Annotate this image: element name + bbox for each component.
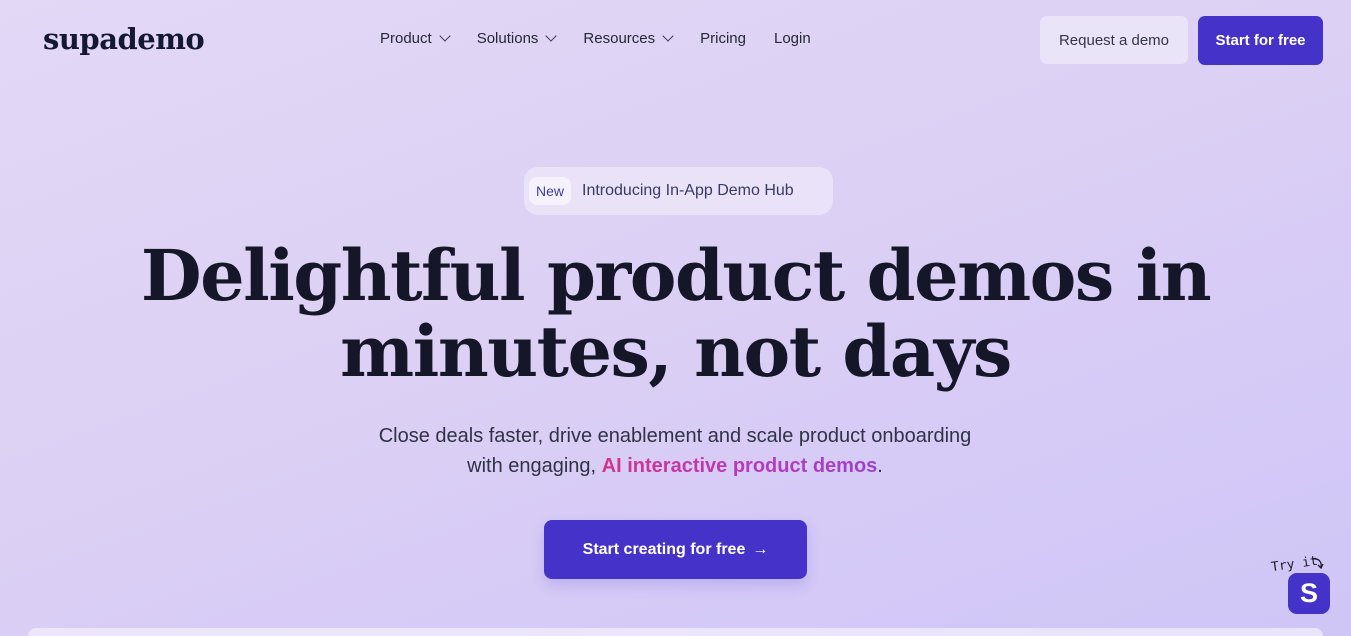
subtitle-highlight: AI interactive product demos <box>601 455 878 477</box>
menu-item-solutions[interactable]: Solutions <box>476 30 558 47</box>
menu-item-label: Solutions <box>476 30 539 47</box>
top-navigation: supademo Product Solutions Resources Pri… <box>0 0 1351 80</box>
main-menu: Product Solutions Resources Pricing Logi… <box>380 30 839 47</box>
subtitle-end: . <box>877 455 883 477</box>
headline-line-1: Delightful product demos in <box>140 234 1212 317</box>
menu-item-label: Product <box>380 30 432 47</box>
chevron-down-icon <box>439 30 451 42</box>
supademo-logo[interactable]: supademo <box>43 22 205 56</box>
menu-item-pricing[interactable]: Pricing <box>700 30 746 47</box>
headline-line-2: minutes, not days <box>340 310 1012 393</box>
content-card-edge <box>28 628 1323 636</box>
widget-letter: S <box>1299 578 1318 608</box>
supademo-widget-button[interactable]: S <box>1288 573 1330 614</box>
new-tag: New <box>529 177 572 205</box>
menu-item-product[interactable]: Product <box>380 30 451 47</box>
curved-arrow-icon <box>1311 558 1324 570</box>
subtitle-part-1: Close deals faster, drive enablement and… <box>378 425 972 447</box>
start-for-free-button[interactable]: Start for free <box>1198 16 1323 65</box>
menu-item-resources[interactable]: Resources <box>583 30 674 47</box>
hero-subtitle: Close deals faster, drive enablement and… <box>275 421 1075 481</box>
request-demo-button[interactable]: Request a demo <box>1040 16 1188 64</box>
menu-item-login[interactable]: Login <box>774 30 811 47</box>
subtitle-part-2: with engaging, <box>467 455 597 477</box>
menu-item-label: Resources <box>583 30 656 47</box>
menu-item-label: Login <box>773 30 811 47</box>
cta-label: Start creating for free <box>582 540 746 558</box>
announcement-badge[interactable]: New Introducing In-App Demo Hub <box>524 167 833 215</box>
arrow-right-icon: → <box>752 540 769 558</box>
announcement-text: Introducing In-App Demo Hub <box>582 182 794 199</box>
menu-item-label: Pricing <box>700 30 746 47</box>
start-creating-button[interactable]: Start creating for free → <box>544 520 807 579</box>
chevron-down-icon <box>662 30 674 42</box>
hero-headline: Delightful product demos in minutes, not… <box>120 238 1231 390</box>
chevron-down-icon <box>545 30 558 42</box>
